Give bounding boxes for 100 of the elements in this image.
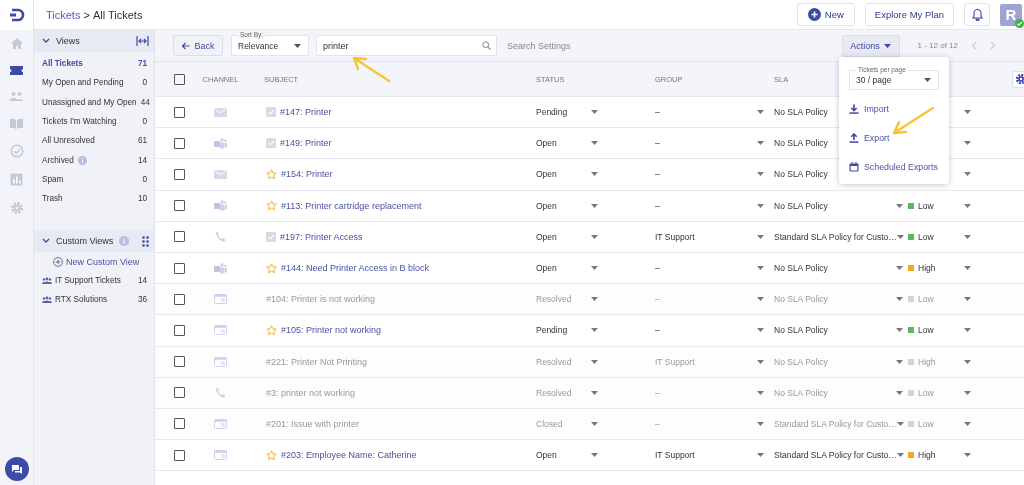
sla-value[interactable]: No SLA Policy xyxy=(774,138,828,149)
priority-value[interactable]: Low xyxy=(918,325,934,336)
sla-value[interactable]: No SLA Policy xyxy=(774,263,828,274)
caret-icon[interactable] xyxy=(964,172,971,177)
caret-icon[interactable] xyxy=(591,172,598,177)
caret-icon[interactable] xyxy=(964,421,971,426)
caret-icon[interactable] xyxy=(757,421,764,426)
caret-icon[interactable] xyxy=(757,266,764,271)
view-item[interactable]: Tickets I'm Watching 0 xyxy=(34,111,154,132)
sla-value[interactable]: Standard SLA Policy for Custo… xyxy=(774,450,897,461)
status-value[interactable]: Open xyxy=(536,200,557,211)
ticket-icon[interactable] xyxy=(9,65,24,76)
status-value[interactable]: Open xyxy=(536,169,557,180)
caret-icon[interactable] xyxy=(964,141,971,146)
ticket-subject-link[interactable]: #197: Printer Access xyxy=(280,231,363,242)
caret-icon[interactable] xyxy=(896,297,903,302)
caret-icon[interactable] xyxy=(757,172,764,177)
view-item[interactable]: Archived 14 xyxy=(34,150,154,170)
view-item[interactable]: Spam 0 xyxy=(34,169,154,190)
view-item[interactable]: All Tickets 71 xyxy=(34,54,154,74)
view-item[interactable]: Unassigned and My Open 44 xyxy=(34,92,154,112)
group-value[interactable]: – xyxy=(655,200,660,211)
caret-icon[interactable] xyxy=(591,234,598,239)
caret-icon[interactable] xyxy=(757,110,764,115)
caret-icon[interactable] xyxy=(896,328,903,333)
caret-icon[interactable] xyxy=(964,297,971,302)
caret-icon[interactable] xyxy=(591,421,598,426)
caret-icon[interactable] xyxy=(591,110,598,115)
caret-icon[interactable] xyxy=(591,297,598,302)
caret-icon[interactable] xyxy=(757,141,764,146)
row-checkbox[interactable] xyxy=(174,231,185,243)
expand-width-icon[interactable] xyxy=(136,36,149,46)
caret-icon[interactable] xyxy=(591,453,598,458)
search-field[interactable]: printer xyxy=(316,35,497,56)
ticket-subject-link[interactable]: #149: Printer xyxy=(280,138,332,149)
ticket-subject-link[interactable]: #147: Printer xyxy=(280,107,332,118)
caret-icon[interactable] xyxy=(896,234,904,239)
group-value[interactable]: IT Support xyxy=(655,450,695,461)
row-checkbox[interactable] xyxy=(174,168,185,180)
explore-plan-button[interactable]: Explore My Plan xyxy=(864,3,954,26)
search-icon[interactable] xyxy=(482,41,491,50)
caret-icon[interactable] xyxy=(964,203,971,208)
star-icon[interactable] xyxy=(266,168,277,180)
sla-value[interactable]: No SLA Policy xyxy=(774,107,828,118)
row-checkbox[interactable] xyxy=(174,356,185,368)
star-icon[interactable] xyxy=(266,262,277,274)
caret-icon[interactable] xyxy=(964,453,971,458)
caret-icon[interactable] xyxy=(757,203,764,208)
caret-icon[interactable] xyxy=(964,359,971,364)
group-value[interactable]: – xyxy=(655,107,660,118)
back-button[interactable]: Back xyxy=(173,35,223,56)
caret-icon[interactable] xyxy=(591,141,598,146)
caret-icon[interactable] xyxy=(896,453,904,458)
row-checkbox[interactable] xyxy=(174,106,185,118)
caret-icon[interactable] xyxy=(964,328,971,333)
custom-view-label[interactable]: IT Support Tickets xyxy=(55,275,121,285)
new-button[interactable]: New xyxy=(796,3,855,26)
view-item[interactable]: All Unresolved 61 xyxy=(34,131,154,151)
caret-icon[interactable] xyxy=(896,390,903,395)
row-checkbox[interactable] xyxy=(174,418,185,430)
caret-icon[interactable] xyxy=(757,328,764,333)
caret-icon[interactable] xyxy=(591,390,598,395)
plus-circle-icon[interactable] xyxy=(53,257,63,268)
caret-icon[interactable] xyxy=(591,203,598,208)
status-value[interactable]: Open xyxy=(536,450,557,461)
caret-icon[interactable] xyxy=(896,421,904,426)
star-icon[interactable] xyxy=(266,449,277,461)
caret-icon[interactable] xyxy=(896,359,903,364)
priority-value[interactable]: Low xyxy=(918,200,934,211)
caret-icon[interactable] xyxy=(896,266,903,271)
group-value[interactable]: – xyxy=(655,169,660,180)
caret-icon[interactable] xyxy=(964,110,971,115)
menu-item[interactable]: Export xyxy=(849,123,939,152)
ticket-subject-link[interactable]: #113: Printer cartridge replacement xyxy=(281,200,422,211)
caret-icon[interactable] xyxy=(757,453,764,458)
drag-grid-icon[interactable] xyxy=(142,235,149,247)
group-value[interactable]: IT Support xyxy=(655,231,695,242)
caret-icon[interactable] xyxy=(964,266,971,271)
select-all-checkbox[interactable] xyxy=(174,73,185,85)
menu-item[interactable]: Import xyxy=(849,94,939,123)
actions-button[interactable]: Actions xyxy=(841,34,900,57)
sla-value[interactable]: No SLA Policy xyxy=(774,169,828,180)
row-checkbox[interactable] xyxy=(174,324,185,336)
search-settings-link[interactable]: Search Settings xyxy=(507,40,571,51)
check-circle-icon[interactable] xyxy=(9,144,24,158)
priority-value[interactable]: Low xyxy=(918,231,934,242)
menu-item[interactable]: Scheduled Exports xyxy=(849,152,939,181)
new-custom-view-link[interactable]: New Custom View xyxy=(66,257,140,268)
caret-icon[interactable] xyxy=(757,390,764,395)
ticket-subject-link[interactable]: #144: Need Printer Access in B block xyxy=(281,263,430,274)
status-value[interactable]: Open xyxy=(536,138,557,149)
chat-button[interactable] xyxy=(4,457,29,481)
status-value[interactable]: Open xyxy=(536,231,557,242)
view-item[interactable]: Trash 10 xyxy=(34,189,154,209)
ticket-subject-link[interactable]: #105: Printer not working xyxy=(281,325,382,336)
caret-icon[interactable] xyxy=(591,328,598,333)
caret-icon[interactable] xyxy=(591,359,598,364)
priority-value[interactable]: High xyxy=(918,263,936,274)
row-checkbox[interactable] xyxy=(174,449,185,461)
sla-value[interactable]: Standard SLA Policy for Custo… xyxy=(774,231,897,242)
